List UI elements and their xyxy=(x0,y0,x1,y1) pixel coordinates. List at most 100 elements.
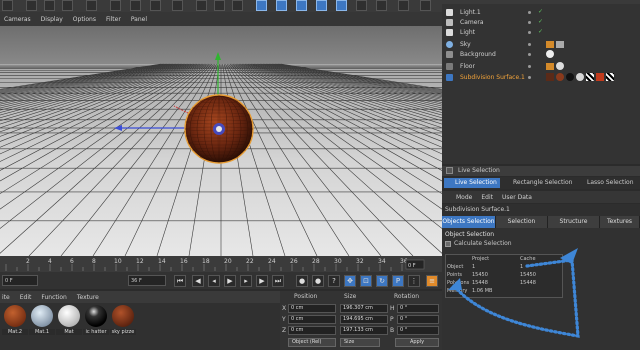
cube-icon[interactable] xyxy=(256,0,267,11)
next-key-icon[interactable]: ▶ xyxy=(256,275,268,287)
selection-tag-icon[interactable] xyxy=(586,73,594,81)
render-settings-icon[interactable] xyxy=(232,0,243,11)
start-frame-field[interactable]: 0 F xyxy=(2,275,38,286)
step-back-icon[interactable]: ◂ xyxy=(208,275,220,287)
attribute-menu-item[interactable]: User Data xyxy=(502,194,532,201)
position-key-icon[interactable]: ✥ xyxy=(344,275,356,287)
position-y-field[interactable]: 0 cm xyxy=(288,315,336,324)
object-row[interactable]: Camera ✓ xyxy=(442,18,640,27)
go-to-start-icon[interactable]: ⏮ xyxy=(174,275,186,287)
spline-icon[interactable] xyxy=(276,0,287,11)
visibility-dot[interactable] xyxy=(528,76,531,79)
viewport-menu-item[interactable]: Options xyxy=(73,16,96,23)
tab-selection[interactable]: Selection xyxy=(496,216,548,228)
material-menu-item[interactable]: Function xyxy=(41,294,67,301)
object-row[interactable]: Light.1 ✓ xyxy=(442,8,640,17)
material-swatch[interactable]: Mat.2 xyxy=(2,303,28,335)
tab-objects-selection[interactable]: Objects Selection xyxy=(442,216,496,228)
undo-icon[interactable] xyxy=(86,0,97,11)
material-tag-icon[interactable] xyxy=(546,50,554,58)
move-icon[interactable] xyxy=(26,0,37,11)
size-x-field[interactable]: 196.307 cm xyxy=(340,304,388,313)
record-icon[interactable]: ● xyxy=(296,275,308,287)
tab-structure[interactable]: Structure xyxy=(548,216,600,228)
rotation-key-icon[interactable]: ↻ xyxy=(376,275,388,287)
point-level-icon[interactable]: ⋮ xyxy=(408,275,420,287)
z-axis-icon[interactable] xyxy=(150,0,161,11)
light-icon[interactable] xyxy=(398,0,409,11)
attribute-menu-item[interactable]: Mode xyxy=(456,194,472,201)
visibility-dot[interactable] xyxy=(528,65,531,68)
y-axis-icon[interactable] xyxy=(130,0,141,11)
material-menu-item[interactable]: ite xyxy=(2,294,10,301)
timeline-menu-icon[interactable]: ≡ xyxy=(426,275,438,287)
object-row[interactable]: Background xyxy=(442,50,640,59)
auto-key-icon[interactable]: ● xyxy=(312,275,324,287)
texture-tag-icon[interactable] xyxy=(556,41,564,48)
position-x-field[interactable]: 0 cm xyxy=(288,304,336,313)
enabled-check-icon[interactable]: ✓ xyxy=(538,8,543,15)
visibility-dot[interactable] xyxy=(528,31,531,34)
parameter-key-icon[interactable]: P xyxy=(392,275,404,287)
viewport-menu-item[interactable]: Filter xyxy=(106,16,121,23)
tab-live-selection[interactable]: Live Selection xyxy=(444,178,500,188)
viewport-menu-item[interactable]: Cameras xyxy=(4,16,31,23)
tab-rectangle-selection[interactable]: Rectangle Selection xyxy=(502,178,574,188)
size-y-field[interactable]: 194.695 cm xyxy=(340,315,388,324)
rotate-icon[interactable] xyxy=(62,0,73,11)
material-menu-item[interactable]: Edit xyxy=(20,294,32,301)
position-z-field[interactable]: 0 cm xyxy=(288,326,336,335)
material-swatch[interactable]: ic hatter xyxy=(83,303,109,335)
object-row[interactable]: Floor xyxy=(442,62,640,71)
render-view-icon[interactable] xyxy=(196,0,207,11)
scale-icon[interactable] xyxy=(44,0,55,11)
deformer-icon[interactable] xyxy=(336,0,347,11)
material-menu-item[interactable]: Texture xyxy=(77,294,99,301)
toolbar-icon[interactable] xyxy=(2,0,13,11)
visibility-dot[interactable] xyxy=(528,53,531,56)
previous-key-icon[interactable]: ◀ xyxy=(192,275,204,287)
size-mode-select[interactable]: Size xyxy=(340,338,380,347)
tab-lasso-selection[interactable]: Lasso Selection xyxy=(576,178,640,188)
visibility-dot[interactable] xyxy=(528,21,531,24)
material-swatch[interactable]: sky pizze xyxy=(110,303,136,335)
apply-button[interactable]: Apply xyxy=(395,338,439,347)
selection-tag-icon[interactable] xyxy=(596,73,604,81)
rotation-p-field[interactable]: 0 ° xyxy=(397,315,439,324)
material-swatch[interactable]: Mat.1 xyxy=(29,303,55,335)
coordinate-system-icon[interactable] xyxy=(172,0,183,11)
material-tag-icon[interactable] xyxy=(556,73,564,81)
attribute-menu-item[interactable]: Edit xyxy=(481,194,493,201)
viewport-menu-item[interactable]: Display xyxy=(41,16,63,23)
rotation-b-field[interactable]: 0 ° xyxy=(397,326,439,335)
keyframe-selection-icon[interactable]: ? xyxy=(328,275,340,287)
selection-tag-icon[interactable] xyxy=(606,73,614,81)
camera-icon[interactable] xyxy=(376,0,387,11)
object-row[interactable]: Light ✓ xyxy=(442,28,640,37)
material-swatch[interactable]: Mat xyxy=(56,303,82,335)
end-frame-field[interactable]: 36 F xyxy=(128,275,166,286)
material-tag-icon[interactable] xyxy=(566,73,574,81)
tag-icon[interactable] xyxy=(546,63,554,70)
step-forward-icon[interactable]: ▸ xyxy=(240,275,252,287)
timeline-ruler[interactable]: 2 4 6 8 10 12 14 16 18 20 22 24 26 28 30 32 34 36 0 F xyxy=(0,256,442,272)
object-row-selected[interactable]: Subdivision Surface.1 xyxy=(442,73,640,82)
viewport-menu-item[interactable]: Panel xyxy=(131,16,147,23)
3d-viewport[interactable] xyxy=(0,26,442,256)
object-row[interactable]: Sky xyxy=(442,40,640,49)
enabled-check-icon[interactable]: ✓ xyxy=(538,18,543,25)
scale-key-icon[interactable]: ⊡ xyxy=(360,275,372,287)
go-to-end-icon[interactable]: ⏭ xyxy=(272,275,284,287)
tab-textures[interactable]: Textures xyxy=(600,216,640,228)
tag-icon[interactable] xyxy=(546,41,554,48)
nurbs-icon[interactable] xyxy=(296,0,307,11)
visibility-dot[interactable] xyxy=(528,11,531,14)
visibility-dot[interactable] xyxy=(528,43,531,46)
array-icon[interactable] xyxy=(316,0,327,11)
coordinate-mode-select[interactable]: Object (Rel) xyxy=(288,338,336,347)
rotation-h-field[interactable]: 0 ° xyxy=(397,304,439,313)
material-tag-icon[interactable] xyxy=(546,73,554,81)
size-z-field[interactable]: 197.133 cm xyxy=(340,326,388,335)
render-picture-icon[interactable] xyxy=(214,0,225,11)
material-tag-icon[interactable] xyxy=(556,62,564,70)
